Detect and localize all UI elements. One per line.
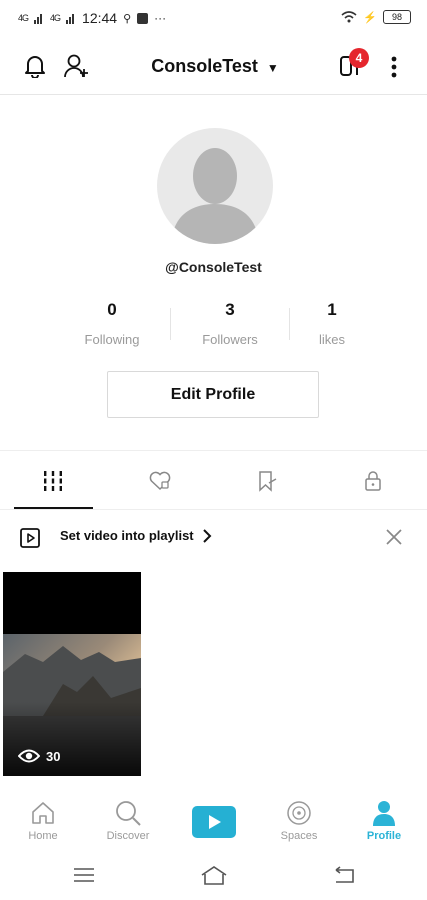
tab-favorites[interactable]	[214, 462, 320, 500]
profile-username: @ConsoleTest	[165, 259, 262, 275]
playlist-banner-text: Set video into playlist	[60, 528, 194, 543]
close-icon[interactable]	[385, 528, 405, 548]
stat-likes[interactable]: 1 likes	[272, 300, 392, 347]
nav-home[interactable]: Home	[3, 796, 83, 846]
system-nav-bar	[0, 850, 427, 900]
bell-icon[interactable]	[22, 53, 48, 79]
lock-icon	[365, 471, 381, 491]
more-notifications-icon: ···	[154, 11, 167, 25]
signal-bars-icon	[66, 14, 75, 24]
status-bar: 4G 4G 12:44 ⚲ ··· ⚡ 98	[0, 0, 427, 38]
nav-home-label: Home	[28, 830, 58, 842]
spaces-icon	[287, 801, 311, 825]
nav-discover-label: Discover	[106, 830, 150, 842]
playlist-banner: Set video into playlist	[0, 510, 427, 564]
nav-create-button[interactable]	[192, 806, 236, 838]
menu-icon[interactable]	[73, 867, 95, 883]
heart-icon	[149, 471, 171, 491]
more-options-icon[interactable]	[384, 54, 404, 80]
page-title: ConsoleTest	[151, 56, 258, 76]
signal-1: 4G	[18, 12, 29, 23]
back-icon[interactable]	[332, 866, 356, 884]
home-system-icon[interactable]	[200, 864, 228, 886]
nav-spaces-label: Spaces	[280, 830, 318, 842]
add-user-icon[interactable]	[62, 52, 92, 80]
likes-count: 1	[327, 300, 337, 319]
nav-profile[interactable]: Profile	[344, 796, 424, 846]
tabs-top-border	[0, 450, 427, 451]
nav-profile-label: Profile	[366, 830, 402, 842]
following-label: Following	[84, 332, 140, 347]
search-icon	[116, 801, 141, 826]
default-avatar-icon	[171, 148, 259, 244]
set-playlist-link[interactable]: Set video into playlist	[60, 528, 212, 543]
tab-liked[interactable]	[107, 462, 213, 500]
battery-indicator: 98	[383, 10, 411, 24]
likes-label: likes	[318, 332, 345, 347]
wifi-icon	[341, 11, 357, 23]
signal-2: 4G	[50, 12, 61, 23]
grid-icon	[44, 471, 62, 491]
tab-videos[interactable]	[0, 462, 106, 500]
account-switcher[interactable]: ConsoleTest ▼	[120, 56, 310, 77]
profile-icon	[373, 801, 395, 826]
video-thumbnail[interactable]	[3, 572, 141, 776]
chevron-right-icon	[202, 528, 212, 543]
nav-spaces[interactable]: Spaces	[259, 796, 339, 846]
avatar[interactable]	[157, 128, 273, 244]
play-icon	[209, 815, 221, 829]
signal-bars-icon	[34, 14, 43, 24]
nav-discover[interactable]: Discover	[88, 796, 168, 846]
stat-following[interactable]: 0 Following	[52, 300, 172, 347]
caret-down-icon: ▼	[266, 61, 279, 75]
clock: 12:44	[82, 10, 118, 26]
edit-profile-button[interactable]: Edit Profile	[107, 371, 319, 418]
charging-icon: ⚡	[363, 11, 377, 24]
eye-icon	[18, 749, 40, 763]
notification-badge: 4	[349, 48, 369, 68]
usb-icon: ⚲	[123, 12, 132, 25]
video-view-count: 30	[18, 748, 60, 764]
bookmark-icon	[259, 471, 277, 492]
playlist-icon	[18, 526, 42, 555]
tab-private[interactable]	[320, 462, 426, 500]
views-number: 30	[46, 748, 61, 764]
app-notification-icon	[137, 12, 149, 24]
home-icon	[32, 802, 54, 824]
following-count: 0	[107, 300, 117, 319]
video-preview-image	[3, 572, 141, 776]
